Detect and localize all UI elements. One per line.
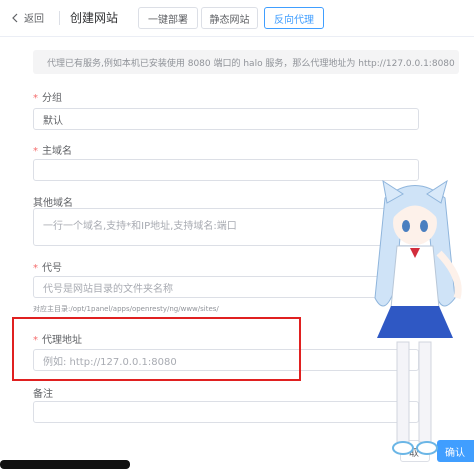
tab-reverse-proxy[interactable]: 反向代理 <box>264 7 324 29</box>
alias-label: * 代号 <box>33 263 62 274</box>
required-marker: * <box>33 93 38 104</box>
tab-static-site[interactable]: 静态网站 <box>201 7 258 29</box>
tab-one-click-deploy[interactable]: 一键部署 <box>138 7 198 29</box>
back-label: 返回 <box>24 14 44 25</box>
page-header: 返回 创建网站 一键部署 静态网站 反向代理 <box>0 0 474 37</box>
alias-hint: 对应主目录:/opt/1panel/apps/openresty/ng/www/… <box>33 305 219 313</box>
required-marker: * <box>33 146 38 157</box>
anime-mascot-image <box>374 179 462 455</box>
highlight-box <box>12 317 301 381</box>
info-alert: 代理已有服务,例如本机已安装使用 8080 端口的 halo 服务，那么代理地址… <box>33 50 459 74</box>
group-label: * 分组 <box>33 93 62 104</box>
back-button[interactable]: 返回 <box>10 10 44 25</box>
bottom-scrollbar <box>0 460 130 469</box>
header-divider <box>59 11 60 25</box>
required-marker: * <box>33 263 38 274</box>
primary-domain-label: * 主域名 <box>33 146 72 157</box>
remark-label: 备注 <box>33 389 53 400</box>
other-domains-placeholder: 一行一个域名,支持*和IP地址,支持域名:端口 <box>43 221 237 232</box>
other-domains-label: 其他域名 <box>33 198 73 209</box>
alias-placeholder: 代号是网站目录的文件夹名称 <box>43 283 173 295</box>
group-select-value: 默认 <box>43 115 63 127</box>
group-select[interactable]: 默认 <box>33 108 419 130</box>
page-title: 创建网站 <box>70 11 119 25</box>
arrow-left-icon <box>12 13 18 22</box>
